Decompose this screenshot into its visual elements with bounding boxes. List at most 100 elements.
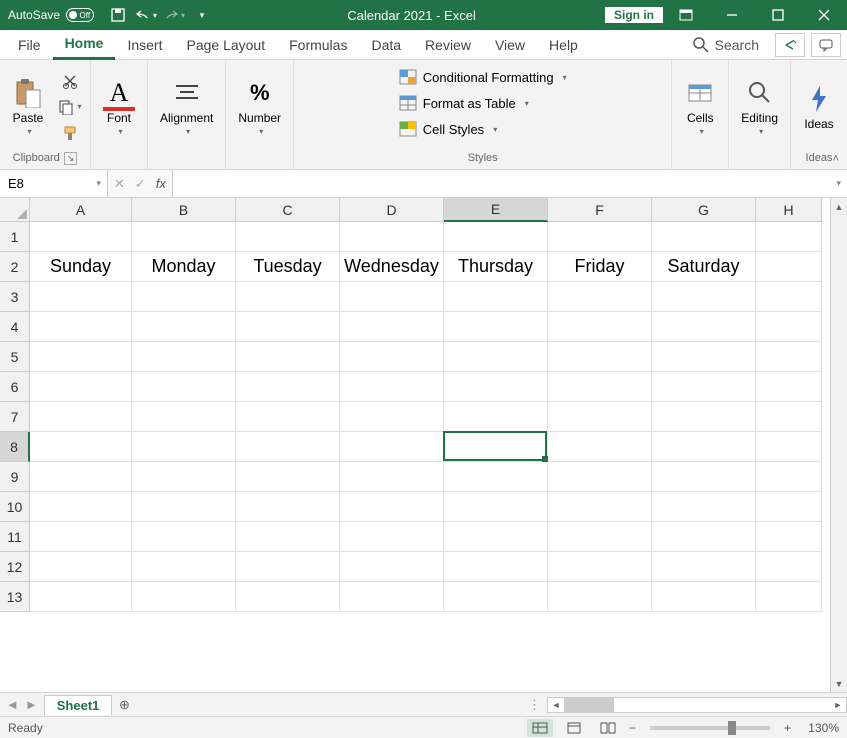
- format-painter-icon[interactable]: [56, 122, 84, 144]
- cell[interactable]: [236, 492, 340, 522]
- cells-button[interactable]: Cells: [678, 73, 722, 140]
- cell[interactable]: [652, 582, 756, 612]
- row-header[interactable]: 6: [0, 372, 30, 402]
- cell[interactable]: [236, 582, 340, 612]
- cell[interactable]: Friday: [548, 252, 652, 282]
- share-button[interactable]: [775, 33, 805, 57]
- zoom-in-icon[interactable]: +: [784, 721, 791, 735]
- cell[interactable]: [756, 462, 822, 492]
- cell[interactable]: [132, 582, 236, 612]
- cell[interactable]: Wednesday: [340, 252, 444, 282]
- cell[interactable]: [30, 582, 132, 612]
- cell[interactable]: [132, 522, 236, 552]
- cell[interactable]: [756, 492, 822, 522]
- dialog-launcher-icon[interactable]: ↘: [64, 152, 78, 165]
- cell[interactable]: [236, 462, 340, 492]
- cell[interactable]: Tuesday: [236, 252, 340, 282]
- column-header[interactable]: H: [756, 198, 822, 222]
- tab-file[interactable]: File: [6, 30, 53, 60]
- column-header[interactable]: B: [132, 198, 236, 222]
- cell[interactable]: [652, 402, 756, 432]
- toggle-switch[interactable]: Off: [66, 8, 94, 22]
- cell[interactable]: Sunday: [30, 252, 132, 282]
- tab-data[interactable]: Data: [359, 30, 413, 60]
- cell[interactable]: [30, 552, 132, 582]
- cell[interactable]: [548, 492, 652, 522]
- editing-button[interactable]: Editing: [735, 73, 784, 140]
- cell[interactable]: [340, 312, 444, 342]
- scroll-left-icon[interactable]: ◄: [548, 700, 564, 710]
- cell[interactable]: [340, 522, 444, 552]
- cell[interactable]: [756, 222, 822, 252]
- paste-button[interactable]: Paste: [6, 73, 50, 140]
- row-header[interactable]: 8: [0, 432, 30, 462]
- cell[interactable]: [548, 282, 652, 312]
- tab-view[interactable]: View: [483, 30, 537, 60]
- tab-insert[interactable]: Insert: [115, 30, 174, 60]
- cell[interactable]: [548, 312, 652, 342]
- cell[interactable]: [444, 552, 548, 582]
- cell[interactable]: [30, 282, 132, 312]
- row-header[interactable]: 1: [0, 222, 30, 252]
- number-button[interactable]: % Number: [232, 73, 287, 140]
- cell[interactable]: [340, 462, 444, 492]
- cell[interactable]: [236, 522, 340, 552]
- cell[interactable]: [340, 552, 444, 582]
- row-header[interactable]: 10: [0, 492, 30, 522]
- tab-formulas[interactable]: Formulas: [277, 30, 359, 60]
- cell[interactable]: [548, 402, 652, 432]
- cell[interactable]: [340, 282, 444, 312]
- cell[interactable]: [444, 402, 548, 432]
- zoom-slider[interactable]: [650, 726, 770, 730]
- tab-review[interactable]: Review: [413, 30, 483, 60]
- normal-view-icon[interactable]: [527, 719, 553, 737]
- cell[interactable]: [236, 402, 340, 432]
- cell[interactable]: [652, 312, 756, 342]
- sign-in-button[interactable]: Sign in: [605, 7, 663, 23]
- row-header[interactable]: 9: [0, 462, 30, 492]
- scroll-up-icon[interactable]: ▲: [831, 198, 847, 215]
- cut-icon[interactable]: [56, 70, 84, 92]
- next-sheet-icon[interactable]: ►: [25, 697, 38, 712]
- zoom-out-icon[interactable]: −: [629, 721, 636, 735]
- format-as-table-button[interactable]: Format as Table: [395, 90, 533, 116]
- conditional-formatting-button[interactable]: Conditional Formatting: [395, 64, 571, 90]
- cell[interactable]: [132, 462, 236, 492]
- cell[interactable]: Monday: [132, 252, 236, 282]
- cell[interactable]: [30, 222, 132, 252]
- column-header[interactable]: A: [30, 198, 132, 222]
- ideas-button[interactable]: Ideas: [797, 79, 841, 135]
- cell[interactable]: [30, 402, 132, 432]
- cell[interactable]: [340, 342, 444, 372]
- scroll-down-icon[interactable]: ▼: [831, 675, 847, 692]
- page-layout-view-icon[interactable]: [561, 719, 587, 737]
- cell[interactable]: [756, 372, 822, 402]
- enter-formula-icon[interactable]: ✓: [135, 176, 146, 192]
- cell[interactable]: [30, 312, 132, 342]
- cell[interactable]: [756, 342, 822, 372]
- cell[interactable]: [548, 342, 652, 372]
- comments-button[interactable]: [811, 33, 841, 57]
- cell[interactable]: [340, 372, 444, 402]
- cell[interactable]: [548, 372, 652, 402]
- column-header[interactable]: F: [548, 198, 652, 222]
- cell[interactable]: [340, 222, 444, 252]
- tab-home[interactable]: Home: [53, 30, 116, 60]
- cell[interactable]: [132, 282, 236, 312]
- cell[interactable]: [548, 522, 652, 552]
- cell[interactable]: Thursday: [444, 252, 548, 282]
- add-sheet-icon[interactable]: ⊕: [112, 697, 136, 713]
- row-header[interactable]: 11: [0, 522, 30, 552]
- cell[interactable]: [652, 342, 756, 372]
- cells-area[interactable]: SundayMondayTuesdayWednesdayThursdayFrid…: [30, 222, 822, 692]
- cell[interactable]: [756, 402, 822, 432]
- cell[interactable]: [30, 522, 132, 552]
- font-button[interactable]: A Font: [97, 73, 141, 140]
- save-icon[interactable]: [106, 3, 130, 27]
- page-break-view-icon[interactable]: [595, 719, 621, 737]
- qat-customize-icon[interactable]: ▾: [190, 3, 214, 27]
- autosave-toggle[interactable]: AutoSave Off: [0, 8, 102, 22]
- cell[interactable]: [236, 432, 340, 462]
- cell[interactable]: [236, 312, 340, 342]
- maximize-icon[interactable]: [755, 0, 801, 30]
